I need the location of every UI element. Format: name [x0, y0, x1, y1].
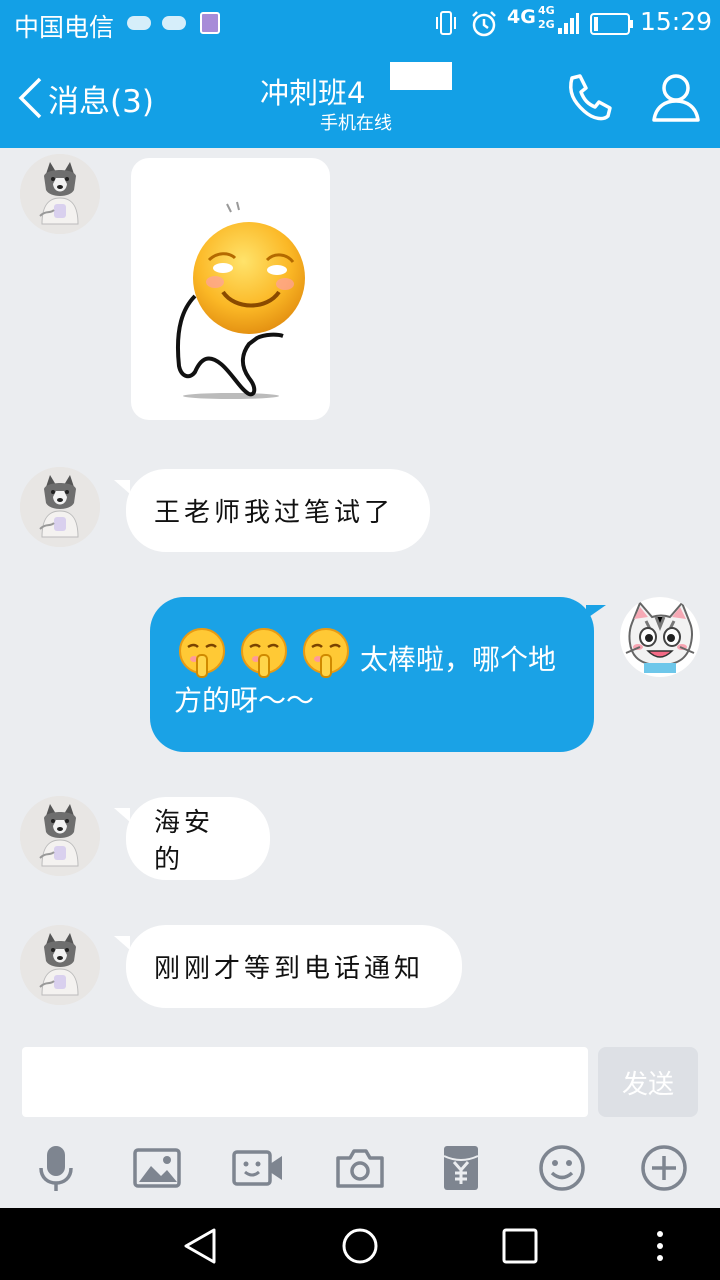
outgoing-message-bubble[interactable]: 太棒啦，哪个地方的呀～～ [150, 597, 594, 752]
notification-pill-icon [127, 16, 151, 30]
phone-icon[interactable] [560, 70, 616, 126]
signal-icon [558, 13, 579, 34]
back-button[interactable]: 消息(3) [16, 70, 154, 126]
online-status: 手机在线 [320, 113, 392, 134]
plus-icon[interactable] [638, 1142, 690, 1194]
alarm-icon [472, 11, 496, 37]
menu-icon[interactable] [640, 1226, 680, 1266]
bubble-tail [114, 808, 130, 822]
recents-icon[interactable] [500, 1226, 540, 1266]
contact-avatar[interactable] [20, 467, 100, 547]
incoming-message-bubble[interactable]: 王老师我过笔试了 [126, 469, 430, 552]
incoming-message-bubble[interactable]: 刚刚才等到电话通知 [126, 925, 462, 1008]
applause-emoji [179, 628, 225, 678]
vibrate-icon [436, 11, 456, 35]
message-text: 海安的 [154, 807, 215, 875]
back-icon[interactable] [180, 1226, 220, 1266]
bubble-tail [114, 480, 130, 494]
emoji-icon[interactable] [536, 1142, 588, 1194]
network-type-label: 4G [507, 6, 536, 28]
clock-label: 15:29 [640, 7, 713, 36]
notification-pill-icon [162, 16, 186, 30]
dancing-smiley-sticker [176, 201, 305, 399]
message-input[interactable] [22, 1047, 588, 1117]
applause-emoji [241, 628, 287, 678]
send-button[interactable]: 发送 [598, 1047, 698, 1117]
contact-avatar[interactable] [20, 796, 100, 876]
message-text: 太棒啦，哪个地方的呀～～ [174, 643, 557, 717]
applause-emoji [303, 628, 349, 678]
chat-header: 消息(3) 冲刺班4 手机在线 [0, 48, 720, 148]
microphone-icon[interactable] [30, 1142, 82, 1194]
chevron-left-icon [18, 77, 42, 119]
gallery-notification-icon [200, 12, 220, 34]
incoming-message-bubble[interactable]: 海安的 [126, 797, 270, 880]
bubble-tail [114, 936, 130, 950]
my-avatar[interactable] [620, 597, 700, 677]
dual-network-label: 4G 2G [538, 4, 555, 31]
contact-avatar[interactable] [20, 925, 100, 1005]
back-label: 消息(3) [48, 83, 154, 120]
sticker-message[interactable] [131, 158, 330, 420]
navigation-bar [0, 1208, 720, 1280]
title-redaction [390, 62, 452, 90]
carrier-label: 中国电信 [14, 13, 115, 42]
contact-avatar[interactable] [20, 154, 100, 234]
red-packet-icon[interactable] [435, 1142, 487, 1194]
home-icon[interactable] [340, 1226, 380, 1266]
image-icon[interactable] [131, 1142, 183, 1194]
message-text: 刚刚才等到电话通知 [154, 954, 425, 984]
video-call-icon[interactable] [232, 1142, 284, 1194]
message-text: 王老师我过笔试了 [154, 498, 395, 528]
battery-icon [590, 13, 633, 35]
chat-title: 冲刺班4 [260, 76, 366, 110]
status-bar: 中国电信 4G 4G 2G 15:29 [0, 0, 720, 48]
camera-icon[interactable] [334, 1142, 386, 1194]
profile-icon[interactable] [648, 70, 704, 126]
